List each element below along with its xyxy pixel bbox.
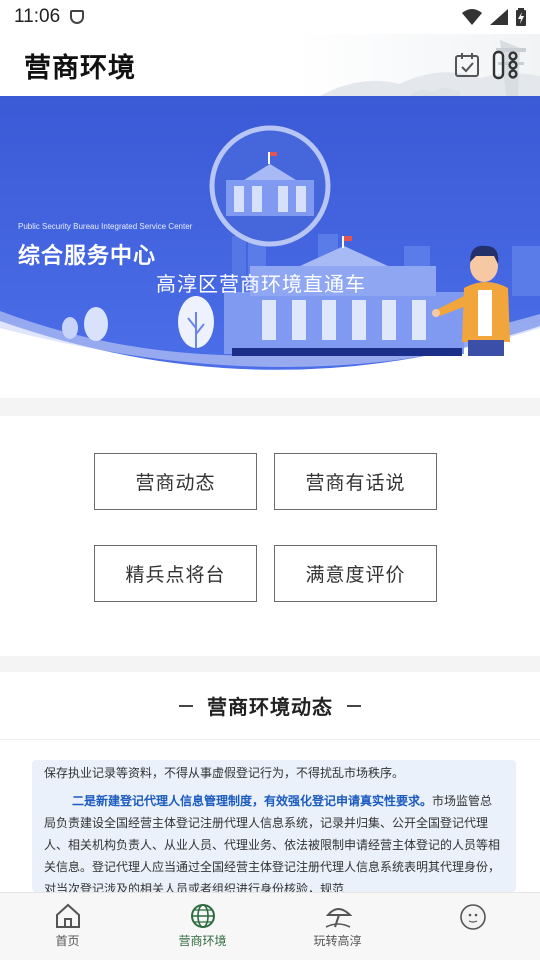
article-highlight: 二是新建登记代理人信息管理制度，有效强化登记申请真实性要求。 (72, 794, 433, 808)
status-icons (462, 8, 526, 26)
nav-item-explore-gaochun[interactable]: 玩转高淳 (270, 893, 405, 960)
article-line: 保存执业记录等资料，不得从事虚假登记行为，不得扰乱市场秩序。 (44, 766, 405, 780)
nav-item-home[interactable]: 首页 (0, 893, 135, 960)
status-time: 11:06 (14, 6, 61, 27)
globe-icon (190, 904, 215, 928)
section-divider (0, 656, 540, 672)
home-icon (55, 903, 80, 928)
signal-icon (490, 9, 508, 25)
news-article-preview[interactable]: 保存执业记录等资料，不得从事虚假登记行为，不得扰乱市场秩序。 二是新建登记代理人… (32, 760, 516, 892)
nav-label: 玩转高淳 (313, 934, 362, 948)
banner-tagline: 高淳区营商环境直通车 (156, 272, 366, 296)
nav-item-business-environment[interactable]: 营商环境 (135, 893, 270, 960)
more-menu-icon[interactable] (492, 50, 520, 80)
section-title: 营商环境动态 (207, 695, 333, 719)
quick-link-business-voice[interactable]: 营商有话说 (274, 453, 437, 510)
article-paragraph: 二是新建登记代理人信息管理制度，有效强化登记申请真实性要求。市场监管总局负责建设… (44, 790, 504, 892)
app-header: 营商环境 (0, 34, 540, 96)
section-divider (0, 398, 540, 416)
shield-icon (70, 10, 85, 24)
banner-english-subtitle: Public Security Bureau Integrated Servic… (18, 222, 193, 231)
nav-label: 首页 (55, 934, 80, 948)
banner-title: 综合服务中心 (18, 244, 157, 269)
title-dash-right (347, 704, 361, 707)
banner-illustration (0, 96, 540, 376)
wifi-icon (462, 9, 482, 25)
section-header: 营商环境动态 (0, 672, 540, 740)
calendar-check-icon[interactable] (454, 52, 480, 78)
nav-label: 营商环境 (178, 934, 227, 948)
status-bar: 11:06 (0, 0, 540, 34)
hero-banner[interactable]: Public Security Bureau Integrated Servic… (0, 96, 540, 376)
umbrella-icon (325, 908, 352, 928)
quick-link-satisfaction-rating[interactable]: 满意度评价 (274, 545, 437, 602)
nav-item-profile[interactable] (405, 893, 540, 960)
title-dash-left (179, 704, 193, 707)
page-title: 营商环境 (24, 53, 136, 84)
quick-link-elite-stage[interactable]: 精兵点将台 (94, 545, 257, 602)
quick-link-business-news[interactable]: 营商动态 (94, 453, 257, 510)
bottom-navigation: 首页 营商环境 玩转高淳 (0, 892, 540, 960)
avatar-icon (459, 904, 486, 930)
battery-icon (516, 8, 526, 26)
article-body: 市场监管总局负责建设全国经营主体登记注册代理人信息系统，记录并归集、公开全国登记… (44, 794, 501, 892)
